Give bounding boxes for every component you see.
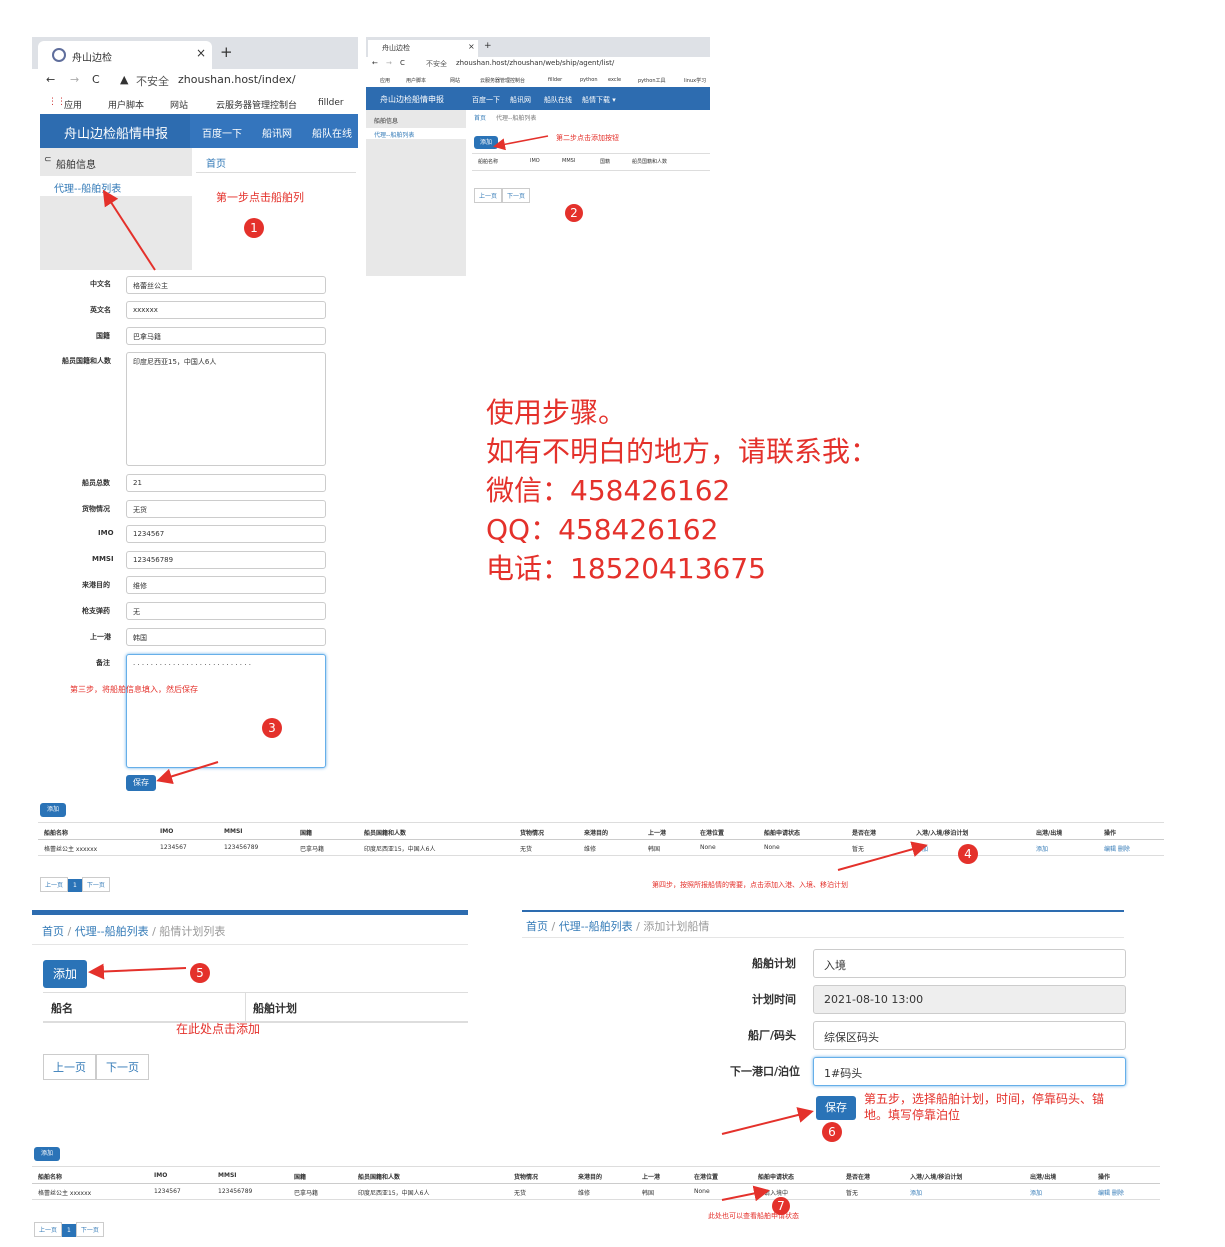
- arrow-step3: [156, 761, 219, 785]
- arrow-step6: [721, 1107, 814, 1135]
- arrow-step1: [102, 189, 156, 271]
- arrow-step7: [721, 1185, 770, 1202]
- arrow-step2: [493, 135, 549, 151]
- annotation-arrows: [88, 135, 928, 1202]
- arrow-step5: [88, 963, 187, 980]
- arrow-step4: [837, 841, 928, 871]
